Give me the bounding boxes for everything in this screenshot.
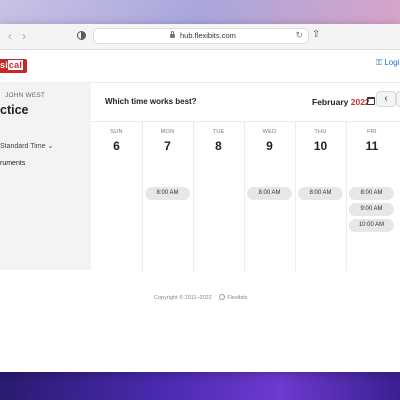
chevron-down-icon: ⌄ bbox=[47, 143, 54, 150]
page-footer: Copyright © 2011–2022 Flexibits bbox=[154, 294, 247, 301]
day-of-week: FRI bbox=[367, 129, 377, 135]
time-slot-button[interactable]: 9:00 AM bbox=[349, 203, 394, 216]
day-of-week: TUE bbox=[212, 129, 225, 135]
browser-toolbar: ‹ › hub.flexibits.com ↻ ⇧ bbox=[0, 24, 400, 50]
timezone-selector[interactable]: Standard Time ⌄ bbox=[0, 142, 53, 150]
event-title: ctice bbox=[0, 103, 29, 117]
flexibits-logo-icon bbox=[219, 294, 226, 300]
calendar-icon[interactable] bbox=[367, 97, 375, 105]
page-title: Which time works best? bbox=[105, 97, 197, 106]
logo-prefix: si bbox=[0, 60, 8, 70]
month-name: February bbox=[312, 97, 349, 107]
desktop-wallpaper bbox=[0, 372, 400, 400]
day-column-tue: TUE 8 bbox=[193, 122, 245, 271]
brand-name[interactable]: Flexibits bbox=[227, 295, 247, 301]
app-header: sical ⚿ Logi bbox=[0, 49, 400, 83]
day-number: 10 bbox=[313, 139, 328, 153]
day-of-week: THU bbox=[314, 129, 327, 135]
privacy-shield-icon[interactable] bbox=[77, 31, 86, 40]
day-of-week: WED bbox=[262, 129, 277, 135]
day-of-week: MON bbox=[160, 129, 175, 135]
day-number: 9 bbox=[266, 139, 273, 153]
event-description: ruments bbox=[0, 160, 26, 167]
calendar-header: Which time works best? February 2022 ‹ bbox=[91, 83, 400, 121]
day-number: 11 bbox=[365, 139, 379, 153]
day-column-wed: WED 9 8:00 AM bbox=[244, 122, 296, 271]
login-label: Logi bbox=[384, 58, 400, 67]
back-arrow-icon[interactable]: ‹ bbox=[8, 29, 12, 43]
app-logo[interactable]: sical bbox=[0, 59, 28, 73]
week-grid: SUN 6 MON 7 8:00 AM TUE 8 WED 9 8:00 AM … bbox=[91, 121, 400, 271]
day-column-mon: MON 7 8:00 AM bbox=[142, 122, 194, 271]
day-column-sun: SUN 6 bbox=[91, 122, 143, 271]
event-info-panel: JOHN WEST ctice Standard Time ⌄ ruments bbox=[0, 83, 91, 270]
day-number: 6 bbox=[113, 139, 120, 153]
time-slot-button[interactable]: 8:00 AM bbox=[298, 187, 343, 200]
previous-week-button[interactable]: ‹ bbox=[376, 91, 396, 107]
time-slot-button[interactable]: 8:00 AM bbox=[247, 187, 292, 200]
address-bar[interactable]: hub.flexibits.com ↻ bbox=[93, 28, 309, 44]
host-name: JOHN WEST bbox=[5, 92, 46, 99]
day-number: 8 bbox=[215, 139, 222, 153]
url-text: hub.flexibits.com bbox=[180, 31, 236, 40]
day-column-fri: FRI 11 8:00 AM 9:00 AM 10:00 AM bbox=[346, 122, 398, 271]
time-slot-button[interactable]: 8:00 AM bbox=[349, 187, 394, 200]
time-slot-button[interactable]: 10:00 AM bbox=[349, 219, 394, 232]
time-slot-button[interactable]: 8:00 AM bbox=[145, 187, 190, 200]
day-of-week: SUN bbox=[110, 129, 123, 135]
month-label: February 2022 bbox=[312, 97, 370, 107]
share-icon[interactable]: ⇧ bbox=[312, 29, 320, 40]
logo-cal: cal bbox=[7, 60, 24, 70]
next-week-button[interactable] bbox=[396, 91, 400, 107]
timezone-label: Standard Time bbox=[0, 143, 46, 150]
login-link[interactable]: ⚿ Logi bbox=[376, 58, 399, 68]
browser-window: ‹ › hub.flexibits.com ↻ ⇧ sical ⚿ Logi J… bbox=[0, 24, 400, 372]
forward-arrow-icon[interactable]: › bbox=[22, 29, 26, 43]
key-icon: ⚿ bbox=[376, 58, 383, 67]
day-number: 7 bbox=[164, 139, 171, 153]
reload-icon[interactable]: ↻ bbox=[295, 30, 303, 41]
chevron-left-icon: ‹ bbox=[384, 93, 388, 104]
day-column-thu: THU 10 8:00 AM bbox=[295, 122, 347, 271]
lock-icon bbox=[170, 31, 175, 38]
copyright-text: Copyright © 2011–2022 bbox=[154, 295, 212, 301]
